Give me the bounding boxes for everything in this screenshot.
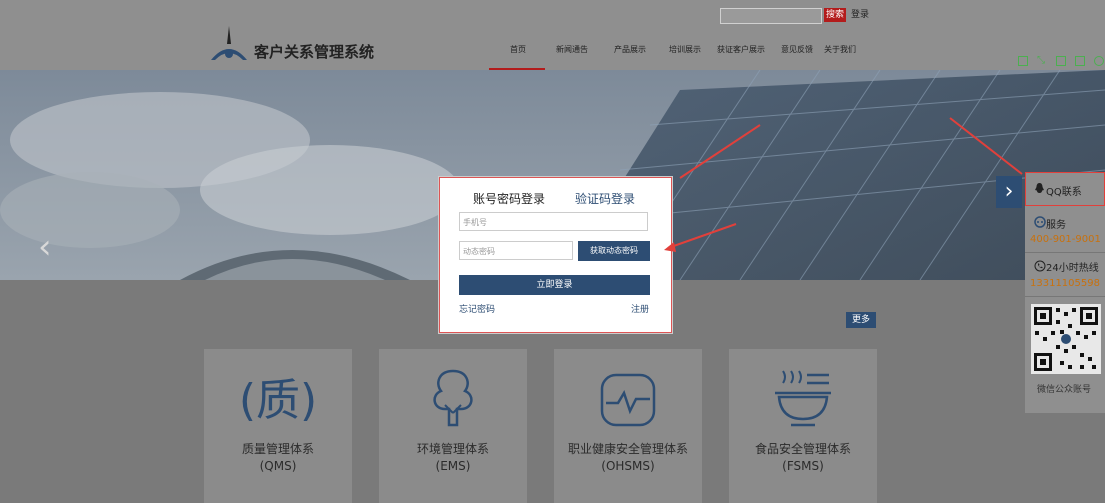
divider	[1025, 296, 1105, 297]
search-input[interactable]	[720, 8, 822, 24]
nav-item-certified-clients[interactable]: 获证客户展示	[717, 44, 765, 55]
nav-item-news[interactable]: 新闻通告	[556, 44, 588, 55]
square-icon[interactable]	[1018, 56, 1028, 66]
register-link[interactable]: 注册	[631, 302, 649, 315]
qq-penguin-icon	[1035, 183, 1044, 193]
nav-item-about[interactable]: 关于我们	[824, 44, 856, 55]
nav-item-products[interactable]: 产品展示	[614, 44, 646, 55]
wechat-label: 微信公众账号	[1037, 385, 1092, 395]
card-code: (QMS)	[259, 459, 297, 473]
card-code: (OHSMS)	[601, 459, 655, 473]
card-fsms[interactable]: 食品安全管理体系 (FSMS)	[729, 349, 877, 503]
nav-item-training[interactable]: 培训展示	[669, 44, 701, 55]
tab-code-login[interactable]: 验证码登录	[575, 190, 635, 207]
card-title: 质量管理体系	[241, 442, 314, 456]
card-qms[interactable]: (质) 质量管理体系 (QMS)	[204, 349, 352, 503]
search-button[interactable]: 搜索	[824, 8, 846, 22]
annotation-arrow	[664, 223, 737, 252]
dynamic-code-input[interactable]: 动态密码	[459, 241, 573, 260]
contact-sidebar: QQ联系 服务 400-901-9001 24小时热线 13311105598 …	[1025, 172, 1105, 413]
service-label: 服务	[1046, 220, 1066, 231]
get-code-button[interactable]: 获取动态密码	[578, 241, 650, 261]
login-submit-button[interactable]: 立即登录	[459, 275, 650, 295]
wechat-qr-code	[1031, 304, 1101, 374]
card-title: 职业健康安全管理体系	[567, 442, 688, 456]
qq-contact[interactable]: QQ联系	[1025, 172, 1105, 206]
hotline-label: 24小时热线	[1046, 263, 1099, 274]
nav-item-feedback[interactable]: 意见反馈	[781, 44, 813, 55]
phone-input[interactable]: 手机号	[459, 212, 648, 231]
banner-prev-arrow[interactable]: ‹	[38, 227, 52, 267]
forgot-password-link[interactable]: 忘记密码	[459, 302, 495, 315]
svg-text:(质): (质)	[239, 375, 317, 426]
brand-title[interactable]: 客户关系管理系统	[254, 41, 374, 62]
tab-password-login[interactable]: 账号密码登录	[473, 190, 545, 207]
qq-label: QQ联系	[1046, 187, 1082, 198]
card-ems[interactable]: 环境管理体系 (EMS)	[379, 349, 527, 503]
card-code: (EMS)	[435, 459, 471, 473]
nav-item-home[interactable]: 首页	[510, 44, 526, 55]
service-headset-icon	[1034, 216, 1046, 228]
quality-bracket-icon: (质)	[239, 375, 317, 426]
share-icon[interactable]	[1075, 56, 1085, 66]
service-phone[interactable]: 400-901-9001	[1030, 234, 1101, 245]
settings-icon[interactable]	[1094, 56, 1104, 66]
top-header: 搜索 登录 客户关系管理系统 首页 新闻通告 产品展示 培训展示 获证客户展示 …	[0, 0, 1105, 70]
food-bowl-icon	[775, 370, 831, 427]
card-ohsms[interactable]: 职业健康安全管理体系 (OHSMS)	[554, 349, 702, 503]
heartbeat-icon	[600, 373, 656, 427]
more-button[interactable]: 更多	[846, 312, 876, 328]
login-panel: 账号密码登录 验证码登录 手机号 动态密码 获取动态密码 立即登录 忘记密码 注…	[438, 176, 673, 334]
tree-icon	[433, 369, 473, 427]
expand-icon[interactable]: ⤡	[1037, 56, 1047, 66]
top-login-link[interactable]: 登录	[851, 8, 869, 22]
card-title: 环境管理体系	[416, 442, 489, 456]
copy-icon[interactable]	[1056, 56, 1066, 66]
logo-icon[interactable]	[205, 24, 253, 64]
phone-icon	[1034, 260, 1046, 272]
card-title: 食品安全管理体系	[754, 442, 851, 456]
banner-next-arrow[interactable]: ›	[996, 176, 1022, 208]
hotline-phone[interactable]: 13311105598	[1030, 278, 1100, 289]
card-code: (FSMS)	[782, 459, 824, 473]
divider	[1025, 252, 1105, 253]
